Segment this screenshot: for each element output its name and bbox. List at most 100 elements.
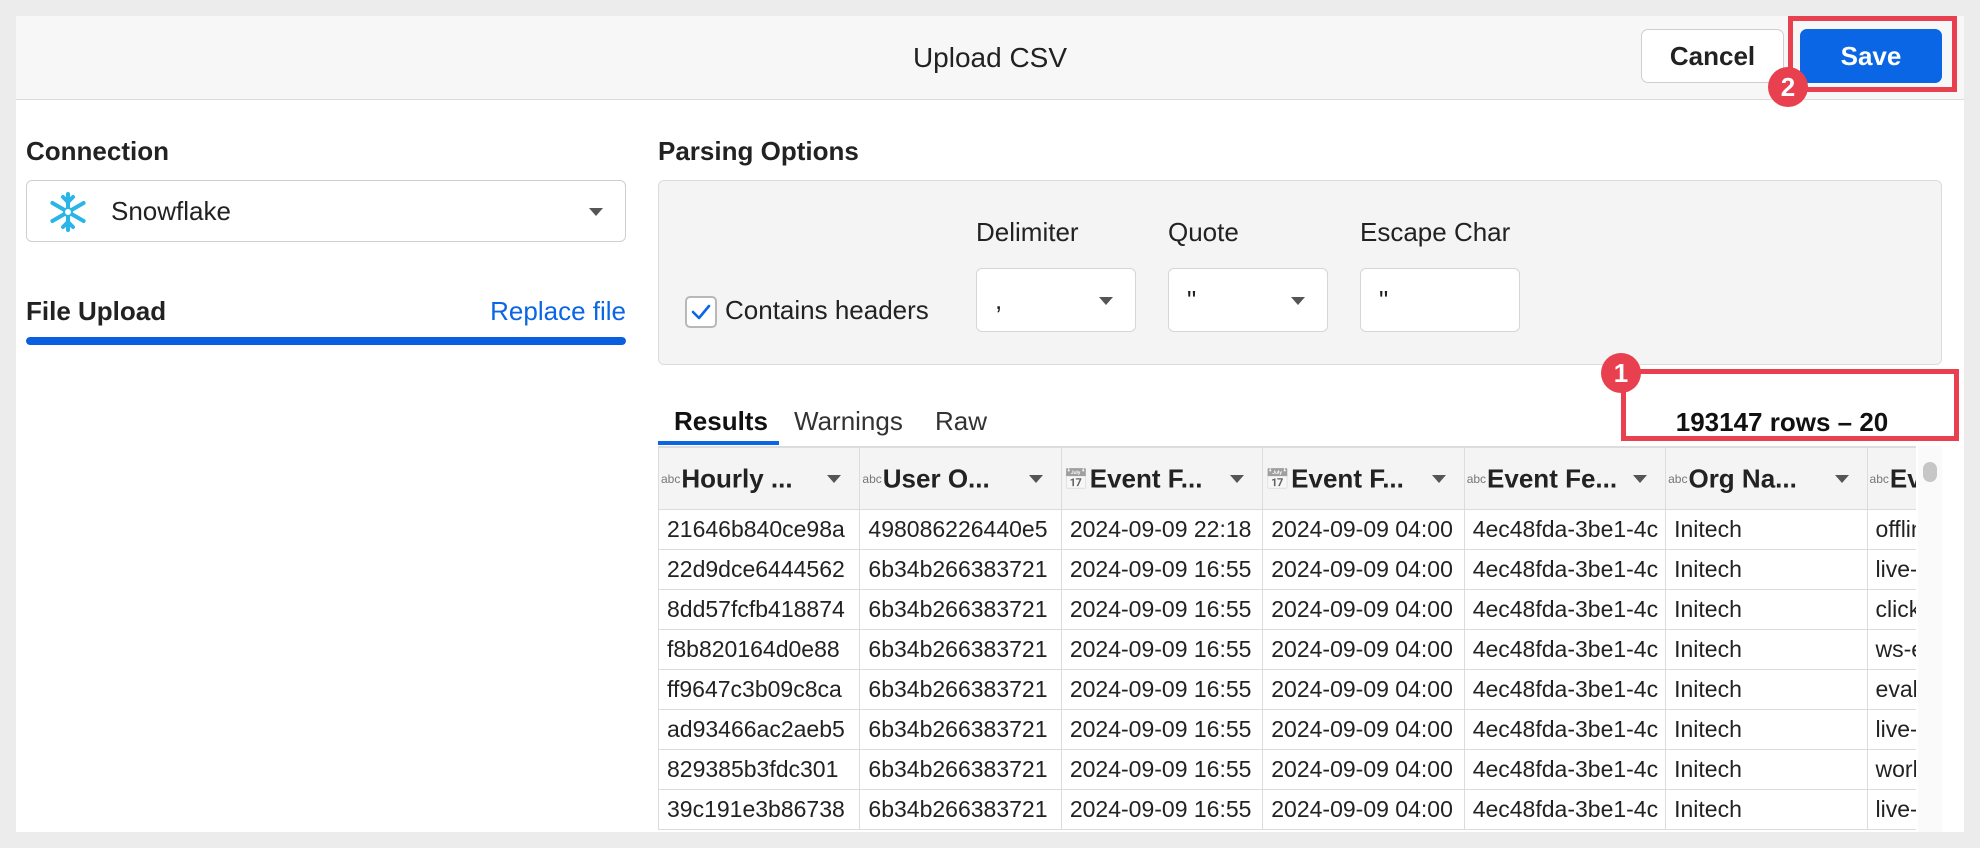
column-header-label: Eve — [1889, 463, 1916, 494]
table-cell: 8dd57fcfb418874 — [658, 589, 861, 630]
calendar-icon: 📅 — [1265, 468, 1291, 491]
connection-label: Connection — [26, 136, 169, 166]
connection-select[interactable]: Snowflake — [26, 180, 626, 242]
table-row[interactable]: f8b820164d0e88 6b34b266383721 2024-09-09 1… — [658, 629, 1916, 670]
check-icon — [691, 304, 711, 320]
quote-label: Quote — [1168, 217, 1239, 247]
quote-select[interactable]: " — [1168, 268, 1328, 332]
table-cell: 2024-09-09 22:18 — [1060, 509, 1264, 550]
chevron-down-icon — [1099, 297, 1113, 305]
text-type-icon: abc — [1466, 472, 1487, 487]
annotation-badge-1: 1 — [1601, 353, 1641, 393]
table-cell: 2024-09-09 04:00 — [1262, 789, 1465, 830]
text-type-icon: abc — [661, 472, 681, 487]
upload-progress-fill — [26, 337, 626, 345]
chevron-down-icon — [1291, 297, 1305, 305]
table-cell: 4ec48fda-3be1-4c — [1463, 629, 1667, 670]
table-cell: live-ec — [1866, 709, 1916, 750]
table-cell: 2024-09-09 16:55 — [1060, 749, 1264, 790]
column-header-label: Hourly ... — [681, 463, 793, 494]
dialog-header: Upload CSV Cancel Save — [16, 16, 1964, 100]
table-cell: 2024-09-09 04:00 — [1262, 749, 1465, 790]
file-upload-label: File Upload — [26, 296, 167, 326]
active-tab-indicator — [658, 441, 779, 445]
table-cell: live-ec — [1866, 789, 1916, 830]
chevron-down-icon[interactable] — [1633, 475, 1648, 483]
table-cell: 2024-09-09 16:55 — [1060, 549, 1264, 590]
column-header[interactable]: 📅Event F... — [1060, 447, 1264, 510]
chevron-down-icon[interactable] — [1431, 475, 1446, 483]
table-cell: 6b34b266383721 — [859, 709, 1062, 750]
table-row[interactable]: ad93466ac2aeb5 6b34b266383721 2024-09-09 1… — [658, 709, 1916, 750]
highlight-box-row-summary — [1621, 369, 1959, 441]
delimiter-select[interactable]: , — [976, 268, 1136, 332]
connection-value: Snowflake — [111, 196, 231, 226]
chevron-down-icon[interactable] — [827, 475, 842, 483]
table-row[interactable]: 21646b840ce98a 498086226440e5 2024-09-09 2… — [658, 509, 1916, 550]
results-grid: abcHourly ... abcUser O... 📅Event F... 📅Eve… — [658, 446, 1916, 832]
table-cell: ws-en — [1866, 629, 1916, 670]
table-cell: 2024-09-09 04:00 — [1262, 549, 1465, 590]
table-cell: Initech — [1665, 709, 1868, 750]
table-cell: 6b34b266383721 — [859, 629, 1062, 670]
table-cell: 2024-09-09 16:55 — [1060, 709, 1264, 750]
table-cell: 2024-09-09 16:55 — [1060, 789, 1264, 830]
chevron-down-icon[interactable] — [1028, 475, 1043, 483]
tab-warnings[interactable]: Warnings — [794, 406, 903, 437]
contains-headers-checkbox[interactable] — [685, 296, 717, 328]
parsing-options-panel: Contains headers Delimiter , Quote " Esc… — [658, 180, 1942, 365]
column-header[interactable]: abcEve — [1866, 447, 1916, 510]
table-cell: Initech — [1665, 629, 1868, 670]
tab-raw[interactable]: Raw — [935, 406, 987, 437]
chevron-down-icon — [589, 208, 603, 216]
table-cell: 4ec48fda-3be1-4c — [1463, 589, 1667, 630]
table-row[interactable]: ff9647c3b09c8ca 6b34b266383721 2024-09-09 … — [658, 669, 1916, 710]
upload-csv-dialog: Upload CSV Cancel Save Connection Snowfl… — [16, 16, 1964, 832]
table-cell: 2024-09-09 16:55 — [1060, 589, 1264, 630]
table-cell: 498086226440e5 — [859, 509, 1062, 550]
column-header[interactable]: 📅Event F... — [1262, 447, 1465, 510]
table-cell: 4ec48fda-3be1-4c — [1463, 669, 1667, 710]
table-cell: 2024-09-09 04:00 — [1262, 669, 1465, 710]
file-upload-row: File Upload Replace file — [26, 296, 626, 332]
scrollbar-thumb[interactable] — [1923, 462, 1937, 482]
table-cell: 6b34b266383721 — [859, 669, 1062, 710]
table-cell: live-ec — [1866, 549, 1916, 590]
table-cell: ff9647c3b09c8ca — [658, 669, 861, 710]
table-row[interactable]: 8dd57fcfb418874 6b34b266383721 2024-09-09 … — [658, 589, 1916, 630]
calendar-icon: 📅 — [1063, 468, 1089, 491]
table-cell: 2024-09-09 04:00 — [1262, 509, 1465, 550]
chevron-down-icon[interactable] — [1230, 475, 1245, 483]
column-header[interactable]: abcEvent Fe... — [1463, 447, 1667, 510]
chevron-down-icon[interactable] — [1834, 475, 1849, 483]
upload-progress-bar — [26, 337, 626, 345]
table-cell: 4ec48fda-3be1-4c — [1463, 749, 1667, 790]
table-cell: 22d9dce6444562 — [658, 549, 861, 590]
table-cell: 2024-09-09 16:55 — [1060, 669, 1264, 710]
escape-char-input[interactable]: " — [1360, 268, 1520, 332]
escape-char-value: " — [1379, 285, 1389, 315]
table-cell: Initech — [1665, 789, 1868, 830]
column-header[interactable]: abcHourly ... — [658, 447, 861, 510]
table-cell: 4ec48fda-3be1-4c — [1463, 509, 1667, 550]
table-cell: 6b34b266383721 — [859, 589, 1062, 630]
text-type-icon: abc — [862, 472, 882, 487]
tab-results[interactable]: Results — [674, 406, 768, 437]
table-row[interactable]: 829385b3fdc301 6b34b266383721 2024-09-09 1… — [658, 749, 1916, 790]
cancel-button[interactable]: Cancel — [1641, 29, 1784, 83]
annotation-badge-2: 2 — [1768, 67, 1808, 107]
column-header-label: Event Fe... — [1487, 463, 1618, 494]
column-header-label: Org Na... — [1688, 463, 1797, 494]
table-cell: 6b34b266383721 — [859, 749, 1062, 790]
table-cell: 39c191e3b86738 — [658, 789, 861, 830]
table-cell: 6b34b266383721 — [859, 789, 1062, 830]
grid-scrollbar[interactable] — [1918, 446, 1942, 832]
delimiter-value: , — [995, 285, 1003, 315]
table-cell: Initech — [1665, 549, 1868, 590]
table-row[interactable]: 39c191e3b86738 6b34b266383721 2024-09-09 1… — [658, 789, 1916, 830]
table-row[interactable]: 22d9dce6444562 6b34b266383721 2024-09-09 1… — [658, 549, 1916, 590]
column-header[interactable]: abcUser O... — [859, 447, 1062, 510]
table-cell: eval — [1866, 669, 1916, 710]
replace-file-link[interactable]: Replace file — [490, 296, 626, 327]
column-header[interactable]: abcOrg Na... — [1665, 447, 1868, 510]
